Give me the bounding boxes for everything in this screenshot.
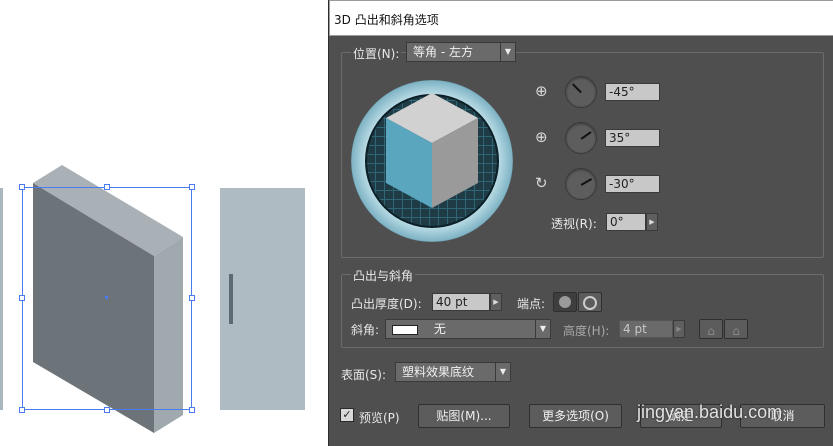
bevel-swatch-icon bbox=[392, 324, 418, 335]
surface-value: 塑料效果底纹 bbox=[402, 365, 475, 379]
selection-handle[interactable] bbox=[19, 184, 25, 190]
selection-handle[interactable] bbox=[104, 184, 110, 190]
artboard-canvas[interactable] bbox=[0, 0, 328, 446]
preview-label[interactable]: 预览(P) bbox=[359, 409, 400, 426]
selection-handle[interactable] bbox=[104, 407, 110, 413]
bevel-height-label: 高度(H): bbox=[563, 324, 610, 338]
cap-label: 端点: bbox=[517, 297, 546, 311]
perspective-label: 透视(R): bbox=[551, 217, 597, 231]
chevron-down-icon: ▼ bbox=[495, 363, 510, 381]
selection-handle[interactable] bbox=[19, 407, 25, 413]
preview-checkbox[interactable]: ✓ bbox=[340, 408, 354, 422]
cap-off-icon bbox=[583, 296, 597, 310]
y-rotation-field[interactable]: 35° bbox=[605, 129, 660, 147]
rotation-cube-preview[interactable] bbox=[351, 80, 513, 242]
bevel-in-button[interactable]: ⌂ bbox=[724, 319, 748, 339]
bevel-height-field[interactable]: 4 pt bbox=[619, 320, 673, 338]
watermark-text: jingyan.baidu.com bbox=[637, 402, 783, 422]
cap-off-button[interactable] bbox=[578, 292, 602, 312]
map-button[interactable]: 贴图(M)... bbox=[418, 404, 510, 428]
extrude-bevel-dialog: 3D 凸出和斜角选项 位置(N): 等角 - 左方 ▼ ⊕ -45° ⊕ 35°… bbox=[328, 0, 833, 446]
position-dropdown[interactable]: 等角 - 左方 ▼ bbox=[406, 42, 516, 62]
selection-center-point bbox=[105, 296, 108, 299]
cap-on-button[interactable] bbox=[553, 292, 577, 312]
extrude-depth-field[interactable]: 40 pt bbox=[432, 293, 490, 311]
bevel-out-button[interactable]: ⌂ bbox=[699, 319, 723, 339]
chevron-down-icon: ▼ bbox=[500, 43, 515, 61]
y-axis-rotate-icon: ⊕ bbox=[535, 128, 548, 146]
more-options-button[interactable]: 更多选项(O) bbox=[529, 404, 622, 428]
z-rotation-field[interactable]: -30° bbox=[605, 175, 660, 193]
surface-label: 表面(S): bbox=[341, 368, 387, 382]
x-rotation-dial[interactable] bbox=[565, 76, 597, 108]
chevron-down-icon: ▼ bbox=[535, 320, 550, 338]
selection-handle[interactable] bbox=[189, 295, 195, 301]
dialog-title: 3D 凸出和斜角选项 bbox=[334, 13, 439, 27]
position-label: 位置(N): bbox=[351, 45, 402, 62]
x-axis-rotate-icon: ⊕ bbox=[535, 82, 548, 100]
z-axis-rotate-icon: ↻ bbox=[535, 174, 548, 192]
extrude-depth-label: 凸出厚度(D): bbox=[351, 297, 422, 311]
dialog-titlebar[interactable]: 3D 凸出和斜角选项 bbox=[329, 0, 833, 36]
selection-handle[interactable] bbox=[189, 407, 195, 413]
position-value: 等角 - 左方 bbox=[413, 45, 473, 59]
y-rotation-dial[interactable] bbox=[565, 122, 597, 154]
selection-handle[interactable] bbox=[189, 184, 195, 190]
cap-on-icon bbox=[559, 296, 571, 308]
preview-cube-icon bbox=[386, 93, 478, 208]
bevel-dropdown[interactable]: 无 ▼ bbox=[385, 319, 551, 339]
extrude-depth-stepper[interactable]: ▶ bbox=[490, 293, 502, 311]
bevel-value: 无 bbox=[433, 322, 446, 336]
z-rotation-dial[interactable] bbox=[565, 168, 597, 200]
bevel-label: 斜角: bbox=[351, 323, 380, 337]
perspective-stepper[interactable]: ▶ bbox=[646, 213, 658, 231]
rectangle-inner-line bbox=[229, 274, 233, 324]
selection-handle[interactable] bbox=[19, 295, 25, 301]
extrude-bevel-label: 凸出与斜角 bbox=[351, 267, 416, 284]
perspective-field[interactable]: 0° bbox=[606, 213, 646, 231]
surface-dropdown[interactable]: 塑料效果底纹 ▼ bbox=[395, 362, 511, 382]
bevel-height-stepper[interactable]: ▶ bbox=[673, 320, 685, 338]
x-rotation-field[interactable]: -45° bbox=[605, 83, 660, 101]
